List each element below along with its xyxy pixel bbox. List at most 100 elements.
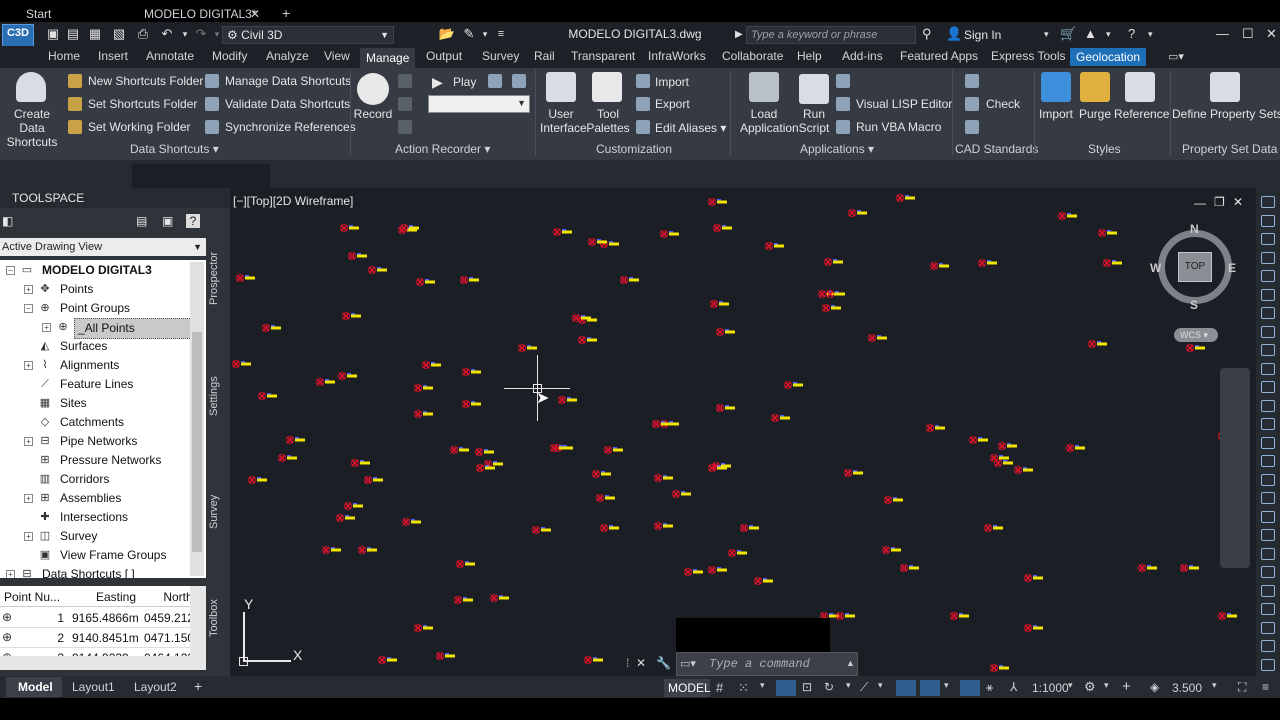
tree-item-data-shortcuts[interactable]: + ⊟ Data Shortcuts [ ] xyxy=(0,565,190,578)
survey-point-marker[interactable] xyxy=(558,396,578,404)
applications-panel-title[interactable]: Applications ▾ xyxy=(800,142,874,156)
survey-point-marker[interactable] xyxy=(592,470,612,478)
tree-item-intersections[interactable]: ✚ Intersections xyxy=(0,508,190,527)
palette-tool-icon[interactable] xyxy=(1261,455,1275,467)
survey-point-marker[interactable] xyxy=(713,224,733,232)
palette-tool-icon[interactable] xyxy=(1261,399,1275,412)
survey-point-marker[interactable] xyxy=(436,652,456,660)
tree-item-survey[interactable]: + ◫ Survey xyxy=(0,527,190,546)
survey-point-marker[interactable] xyxy=(340,224,360,232)
sign-in-dropdown-icon[interactable]: ▾ xyxy=(1044,29,1049,40)
survey-point-marker[interactable] xyxy=(1103,259,1123,267)
undo-icon[interactable]: ↶ xyxy=(158,26,176,42)
tree-item-feature-lines[interactable]: ⟋ Feature Lines xyxy=(0,375,190,394)
survey-point-marker[interactable] xyxy=(476,464,496,472)
snap-icon[interactable]: ⁙ xyxy=(738,680,749,696)
command-prompt-icon[interactable]: ▭▾ xyxy=(680,657,696,670)
survey-point-marker[interactable] xyxy=(456,560,476,568)
viewcube-top-face[interactable]: TOP xyxy=(1178,252,1212,282)
reference-styles-button[interactable]: Reference xyxy=(1114,107,1169,121)
table-horizontal-scrollbar[interactable] xyxy=(0,656,190,670)
tab-help[interactable]: Help xyxy=(797,49,822,63)
survey-point-marker[interactable] xyxy=(950,612,970,620)
survey-point-marker[interactable] xyxy=(930,262,950,270)
viewport-close-icon[interactable]: ✕ xyxy=(1233,195,1243,209)
survey-point-marker[interactable] xyxy=(708,566,728,574)
survey-point-marker[interactable] xyxy=(654,522,674,530)
manage-data-shortcuts-button[interactable]: Manage Data Shortcuts xyxy=(225,74,351,88)
visual-lisp-editor-button[interactable]: Visual LISP Editor xyxy=(856,97,952,111)
palette-tool-icon[interactable] xyxy=(1261,325,1275,338)
viewport-restore-icon[interactable]: ❐ xyxy=(1214,195,1225,209)
save-icon[interactable]: ▦ xyxy=(86,26,104,42)
survey-point-marker[interactable] xyxy=(848,209,868,217)
app-option-icon[interactable] xyxy=(836,74,850,88)
survey-point-marker[interactable] xyxy=(660,230,680,238)
tree-item-catchments[interactable]: ◇ Catchments xyxy=(0,413,190,432)
survey-point-marker[interactable] xyxy=(969,436,989,444)
survey-point-marker[interactable] xyxy=(460,276,480,284)
survey-point-marker[interactable] xyxy=(620,276,640,284)
new-file-icon[interactable]: ▣ xyxy=(44,26,62,42)
tree-item-view-frame-groups[interactable]: ▣ View Frame Groups xyxy=(0,546,190,565)
survey-point-marker[interactable] xyxy=(824,258,844,266)
palette-tool-icon[interactable] xyxy=(1261,270,1275,282)
validate-data-shortcuts-button[interactable]: Validate Data Shortcuts xyxy=(225,97,350,111)
survey-point-marker[interactable] xyxy=(364,476,384,484)
tab-modify[interactable]: Modify xyxy=(212,49,247,63)
collapse-icon[interactable]: − xyxy=(6,266,15,275)
import-styles-button[interactable]: Import xyxy=(1036,107,1076,121)
survey-point-marker[interactable] xyxy=(232,360,252,368)
survey-point-marker[interactable] xyxy=(578,336,598,344)
survey-point-marker[interactable] xyxy=(716,404,736,412)
maximize-icon[interactable]: ☐ xyxy=(1242,26,1254,42)
object-snap-icon[interactable] xyxy=(920,680,940,696)
polar-tracking-icon[interactable]: ↻ xyxy=(824,680,834,694)
survey-point-marker[interactable] xyxy=(1180,564,1200,572)
survey-point-marker[interactable] xyxy=(490,594,510,602)
survey-point-marker[interactable] xyxy=(450,446,470,454)
toolspace-options-icon[interactable]: ◧ xyxy=(2,214,13,228)
survey-point-marker[interactable] xyxy=(414,410,434,418)
tab-output[interactable]: Output xyxy=(426,49,462,63)
survey-point-marker[interactable] xyxy=(765,242,785,250)
survey-point-marker[interactable] xyxy=(348,252,368,260)
survey-point-marker[interactable] xyxy=(1186,344,1206,352)
annotation-dropdown-icon[interactable]: ▾ xyxy=(1212,680,1217,691)
survey-point-marker[interactable] xyxy=(454,596,474,604)
polar-dropdown-icon[interactable]: ▾ xyxy=(846,680,851,691)
survey-point-marker[interactable] xyxy=(1088,340,1108,348)
osnap-dropdown-icon[interactable]: ▾ xyxy=(944,680,949,691)
play-button[interactable]: Play xyxy=(453,75,476,89)
run-vba-macro-button[interactable]: Run VBA Macro xyxy=(856,120,941,134)
command-close-icon[interactable]: ✕ xyxy=(636,656,646,670)
set-working-folder-button[interactable]: Set Working Folder xyxy=(88,120,191,134)
palette-tool-icon[interactable] xyxy=(1261,214,1275,227)
survey-point-marker[interactable] xyxy=(258,392,278,400)
side-tab-survey[interactable]: Survey xyxy=(208,472,228,552)
annotation-visibility-icon[interactable] xyxy=(960,680,980,696)
tab-collaborate[interactable]: Collaborate xyxy=(722,49,783,63)
survey-point-marker[interactable] xyxy=(998,442,1018,450)
grid-icon[interactable]: # xyxy=(716,680,723,695)
command-customize-icon[interactable]: 🔧 xyxy=(656,656,671,670)
survey-point-marker[interactable] xyxy=(1024,574,1044,582)
survey-point-marker[interactable] xyxy=(236,274,256,282)
survey-point-marker[interactable] xyxy=(716,328,736,336)
tree-item-surfaces[interactable]: ◭ Surfaces xyxy=(0,337,190,356)
help-search-input[interactable]: Type a keyword or phrase xyxy=(746,26,916,44)
open-file-icon[interactable]: ▤ xyxy=(64,26,82,42)
survey-point-marker[interactable] xyxy=(378,656,398,664)
survey-point-marker[interactable] xyxy=(1218,612,1238,620)
expand-icon[interactable]: + xyxy=(24,494,33,503)
expand-icon[interactable]: + xyxy=(24,532,33,541)
recorder-option-icon[interactable] xyxy=(398,97,412,111)
expand-icon[interactable]: + xyxy=(24,285,33,294)
help-icon[interactable]: ? xyxy=(186,214,200,228)
help-icon[interactable]: ? xyxy=(1128,26,1135,41)
survey-point-marker[interactable] xyxy=(684,568,704,576)
survey-point-marker[interactable] xyxy=(868,334,888,342)
column-header[interactable]: Point Nu... xyxy=(4,590,64,604)
survey-point-marker[interactable] xyxy=(1014,466,1034,474)
record-button[interactable]: Record xyxy=(352,107,394,121)
